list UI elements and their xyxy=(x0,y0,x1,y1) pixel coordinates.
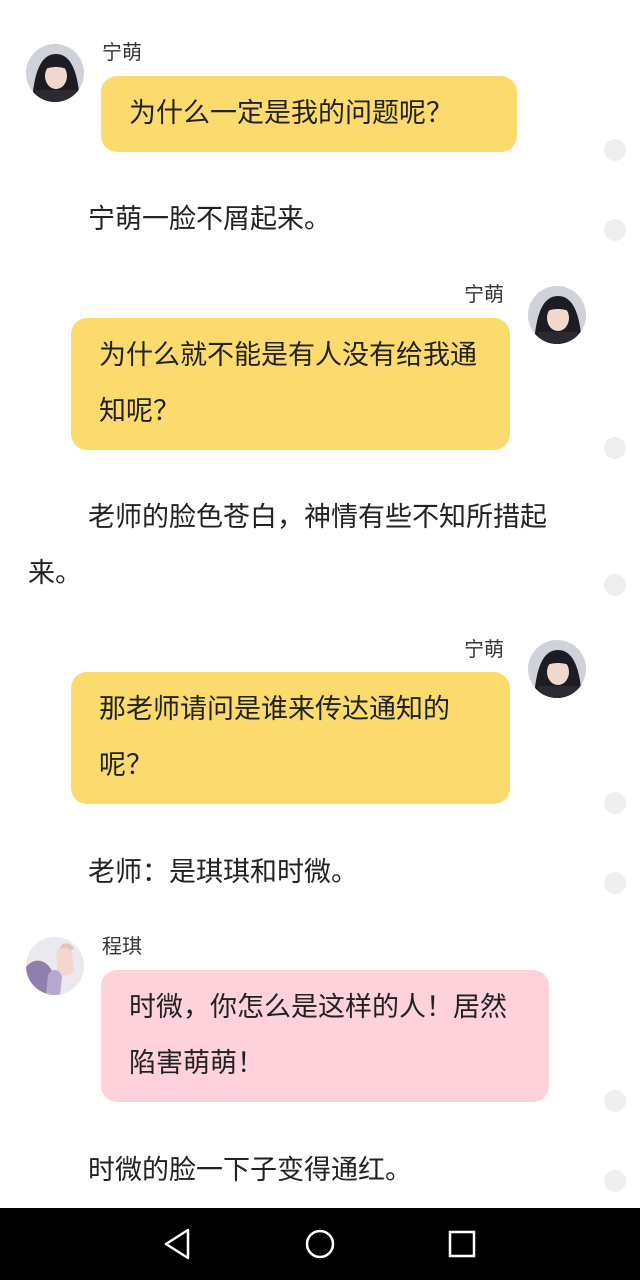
speaker-name: 宁萌 xyxy=(464,282,504,306)
side-dot xyxy=(604,437,626,459)
side-dot xyxy=(604,219,626,241)
narration-text: 宁萌一脸不屑起来。 xyxy=(88,204,331,235)
chat-bubble[interactable]: 那老师请问是谁来传达通知的呢？ xyxy=(71,672,510,804)
home-circle-icon[interactable] xyxy=(300,1224,340,1264)
message-text: 为什么就不能是有人没有给我通知呢？ xyxy=(99,340,477,427)
side-dot xyxy=(604,1090,626,1112)
chat-bubble[interactable]: 为什么就不能是有人没有给我通知呢？ xyxy=(71,318,510,450)
system-navigation-bar xyxy=(0,1208,640,1280)
narration-text: 老师：是琪琪和时微。 xyxy=(88,857,358,888)
chat-bubble[interactable]: 为什么一定是我的问题呢？ xyxy=(101,76,517,152)
message-text: 为什么一定是我的问题呢？ xyxy=(129,98,453,129)
recents-square-icon[interactable] xyxy=(442,1224,482,1264)
avatar-ningmeng[interactable] xyxy=(528,640,586,698)
side-dot xyxy=(604,574,626,596)
avatar-ningmeng[interactable] xyxy=(528,286,586,344)
avatar-ningmeng[interactable] xyxy=(26,44,84,102)
side-dot xyxy=(604,872,626,894)
chat-bubble[interactable]: 时微，你怎么是这样的人！居然陷害萌萌！ xyxy=(101,970,549,1102)
back-triangle-icon[interactable] xyxy=(158,1224,198,1264)
message-text: 时微，你怎么是这样的人！居然陷害萌萌！ xyxy=(129,992,507,1079)
speaker-name: 程琪 xyxy=(102,934,142,958)
avatar-chengqi[interactable] xyxy=(26,937,84,995)
side-dot xyxy=(604,1170,626,1192)
speaker-name: 宁萌 xyxy=(464,637,504,661)
message-text: 那老师请问是谁来传达通知的呢？ xyxy=(99,694,450,781)
side-dot xyxy=(604,792,626,814)
side-dot xyxy=(604,139,626,161)
narration-text: 老师的脸色苍白，神情有些不知所措起来。 xyxy=(28,502,547,589)
speaker-name: 宁萌 xyxy=(102,40,142,64)
narration-text: 时微的脸一下子变得通红。 xyxy=(88,1155,412,1186)
